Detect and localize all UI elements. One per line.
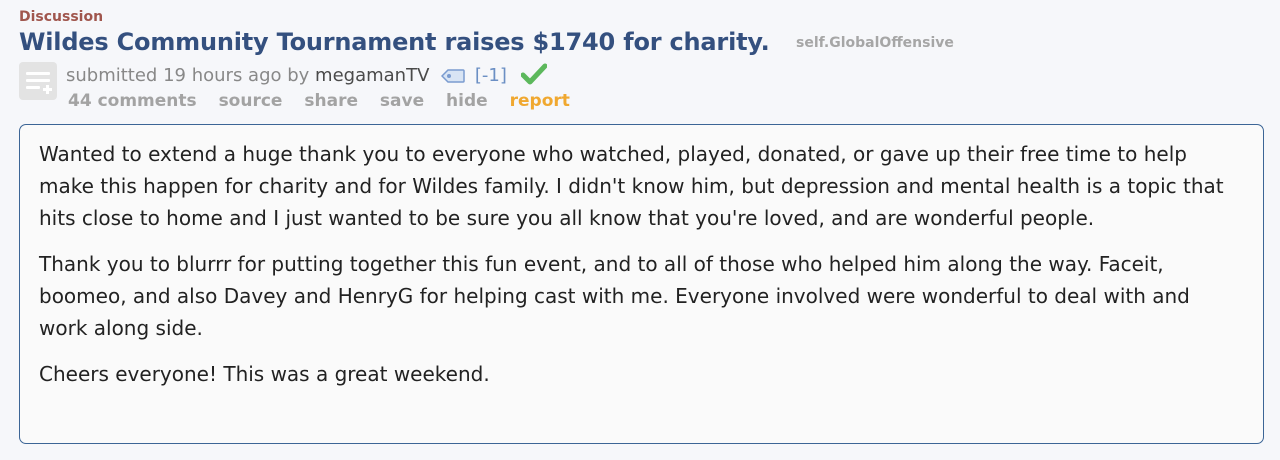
tagline: submitted 19 hours ago by megamanTV [-1] (66, 63, 548, 90)
post-domain[interactable]: self.GlobalOffensive (796, 35, 954, 51)
post-title[interactable]: Wildes Community Tournament raises $1740… (19, 28, 770, 56)
post-container: Discussion Wildes Community Tournament r… (0, 0, 1280, 460)
hide-button[interactable]: hide (446, 91, 488, 111)
title-row: Wildes Community Tournament raises $1740… (19, 28, 954, 56)
author-link[interactable]: megamanTV (315, 65, 429, 86)
body-paragraph-1: Wanted to extend a huge thank you to eve… (39, 142, 1224, 230)
self-post-icon[interactable] (19, 62, 57, 100)
body-paragraph-3: Cheers everyone! This was a great weeken… (39, 362, 490, 386)
post-buttons: 44 comments source share save hide repor… (68, 91, 586, 111)
share-button[interactable]: share (304, 91, 358, 111)
link-flair[interactable]: Discussion (19, 9, 103, 25)
body-paragraph-2: Thank you to blurrr for putting together… (39, 252, 1190, 340)
checkmark-icon (520, 63, 548, 90)
score-flag: [-1] (474, 65, 507, 86)
tag-icon[interactable] (441, 67, 465, 88)
tagline-prefix: submitted 19 hours ago by (66, 65, 310, 86)
report-button[interactable]: report (510, 91, 570, 111)
post-body: Wanted to extend a huge thank you to eve… (19, 124, 1264, 444)
comments-button[interactable]: 44 comments (68, 91, 197, 111)
source-button[interactable]: source (219, 91, 283, 111)
save-button[interactable]: save (380, 91, 424, 111)
